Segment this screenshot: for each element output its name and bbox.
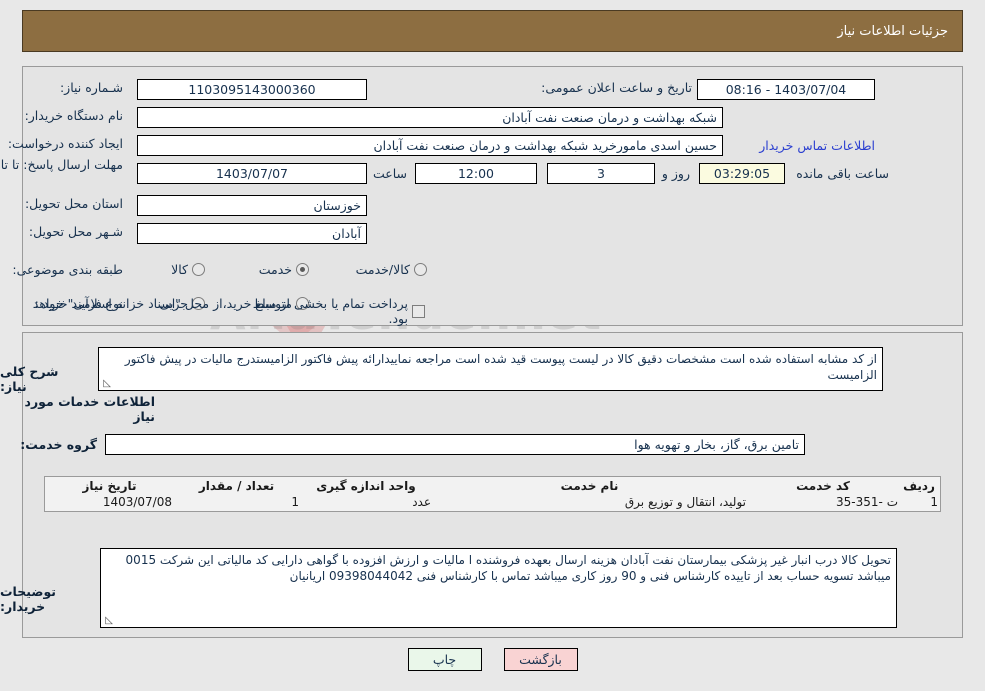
treasury-bonds-checkbox[interactable]	[412, 304, 425, 318]
col-row: ردیف	[903, 479, 935, 493]
treasury-bonds-checkbox-wrap[interactable]: پرداخت تمام یا بخشی از مبلغ خرید،از محل …	[0, 296, 425, 326]
deadline-time-value: 12:00	[415, 163, 537, 184]
radio-khedmat-icon[interactable]	[296, 263, 309, 276]
deadline-label: مهلت ارسال پاسخ: تا تاریخ:	[0, 157, 123, 172]
buyer-org-value: شبکه بهداشت و درمان صنعت نفت آبادان	[137, 107, 723, 128]
need-number-label: شـماره نیاز:	[59, 80, 123, 95]
announce-datetime-value: 1403/07/04 - 08:16	[697, 79, 875, 100]
category-option-kala[interactable]: کالا	[161, 262, 205, 277]
cell-need-date: 1403/07/08	[102, 495, 172, 509]
requester-label: ایجاد کننده درخواست:	[7, 136, 123, 151]
deadline-countdown-suffix: ساعت باقی مانده	[796, 166, 889, 181]
cell-quantity: 1	[291, 495, 299, 509]
requester-row: ایجاد کننده درخواست:	[8, 136, 123, 151]
city-row: شـهر محل تحویل:	[29, 224, 123, 239]
page-header: جزئیات اطلاعات نیاز	[22, 10, 963, 52]
cell-unit: عدد	[412, 495, 431, 509]
buyer-notes-label: توضیحات خریدار:	[0, 584, 56, 614]
back-button[interactable]: بازگشت	[503, 648, 578, 671]
treasury-bonds-label: پرداخت تمام یا بخشی از مبلغ خرید،از محل …	[32, 296, 408, 326]
category-option-kala-khedmat-label: کالا/خدمت	[355, 262, 410, 277]
footer-button-row: بازگشت چاپ	[0, 648, 985, 671]
general-description-value: از کد مشابه استفاده شده است مشخصات دقیق …	[124, 352, 877, 382]
city-value: آبادان	[137, 223, 367, 244]
cell-service-code: ت -351-35	[836, 495, 898, 509]
announce-datetime-label: تاریخ و ساعت اعلان عمومی:	[541, 80, 692, 95]
service-group-value: تامین برق، گاز، بخار و تهویه هوا	[105, 434, 805, 455]
resize-grip-notes-icon[interactable]: ◺	[103, 616, 113, 626]
deadline-days-value: 3	[547, 163, 655, 184]
buyer-org-label: نام دستگاه خریدار:	[24, 108, 123, 123]
category-option-khedmat-label: خدمت	[258, 262, 292, 277]
deadline-time-label: ساعت	[372, 166, 407, 181]
category-row: طبقه بندی موضوعی:	[12, 262, 123, 277]
table-header-row: ردیف کد خدمت نام خدمت واحد اندازه گیری ت…	[46, 478, 939, 494]
service-group-label: گروه خدمت:	[20, 437, 97, 452]
col-quantity: تعداد / مقدار	[198, 479, 275, 493]
resize-grip-icon[interactable]: ◺	[101, 379, 111, 389]
category-option-kala-label: کالا	[171, 262, 188, 277]
requester-value: حسین اسدی مامورخرید شبکه بهداشت و درمان …	[137, 135, 723, 156]
need-number-value: 1103095143000360	[137, 79, 367, 100]
announce-datetime-label-wrap: تاریخ و ساعت اعلان عمومی:	[541, 80, 692, 95]
cell-service-name: تولید، انتقال و توزیع برق	[624, 495, 746, 509]
need-number-row: شـماره نیاز:	[60, 80, 123, 95]
services-section-heading: اطلاعات خدمات مورد نیاز	[24, 394, 155, 424]
buyer-org-row: نام دستگاه خریدار:	[25, 108, 123, 123]
province-value: خوزستان	[137, 195, 367, 216]
general-description-label: شرح کلی نیاز:	[0, 364, 59, 394]
deadline-label-wrap: مهلت ارسال پاسخ: تا تاریخ:	[0, 157, 123, 172]
table-row[interactable]: 1 ت -351-35 تولید، انتقال و توزیع برق عد…	[46, 494, 939, 510]
col-service-name: نام خدمت	[560, 479, 619, 493]
page-title: جزئیات اطلاعات نیاز	[837, 23, 948, 39]
col-service-code: کد خدمت	[796, 479, 850, 493]
buyer-contact-link[interactable]: اطلاعات تماس خریدار	[759, 138, 875, 153]
category-label: طبقه بندی موضوعی:	[12, 262, 123, 277]
category-option-khedmat[interactable]: خدمت	[249, 262, 309, 277]
print-button[interactable]: چاپ	[407, 648, 482, 671]
cell-row: 1	[930, 495, 938, 509]
province-label: استان محل تحویل:	[24, 196, 123, 211]
general-description-textarea[interactable]: از کد مشابه استفاده شده است مشخصات دقیق …	[98, 347, 883, 391]
col-need-date: تاریخ نیاز	[82, 479, 137, 493]
city-label: شـهر محل تحویل:	[28, 224, 123, 239]
category-option-kala-khedmat[interactable]: کالا/خدمت	[346, 262, 427, 277]
col-unit: واحد اندازه گیری	[316, 479, 416, 493]
province-row: استان محل تحویل:	[25, 196, 123, 211]
radio-kala-khedmat-icon[interactable]	[414, 263, 427, 276]
buyer-notes-textarea[interactable]: تحویل کالا درب انبار غیر پزشکی بیمارستان…	[100, 548, 897, 628]
radio-kala-icon[interactable]	[192, 263, 205, 276]
deadline-date-value: 1403/07/07	[137, 163, 367, 184]
deadline-countdown-value: 03:29:05	[699, 163, 785, 184]
deadline-days-suffix: روز و	[661, 166, 690, 181]
services-table-wrapper: ردیف کد خدمت نام خدمت واحد اندازه گیری ت…	[44, 476, 941, 512]
buyer-notes-value: تحویل کالا درب انبار غیر پزشکی بیمارستان…	[125, 553, 891, 583]
services-table: ردیف کد خدمت نام خدمت واحد اندازه گیری ت…	[46, 478, 939, 510]
